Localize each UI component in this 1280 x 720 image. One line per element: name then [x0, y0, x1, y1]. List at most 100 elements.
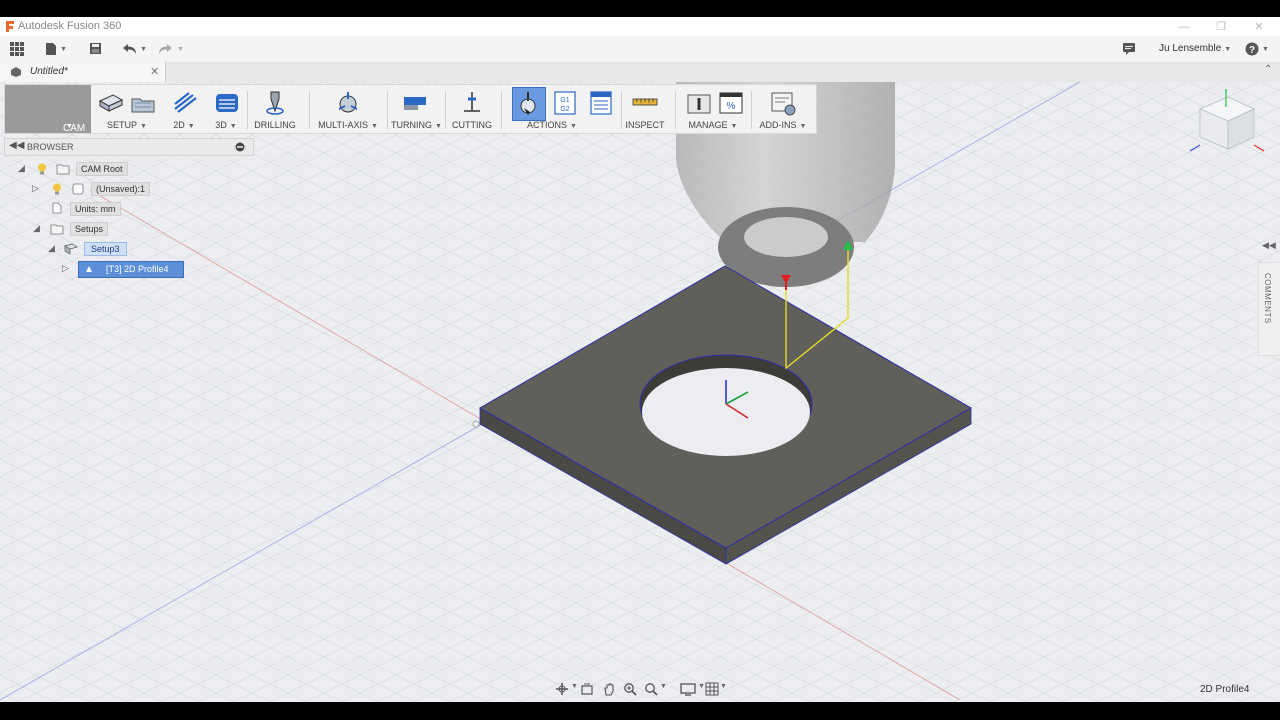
quick-access-toolbar: ▼ ▼ ▼ Ju Lensemble ▼ ? ▼ [0, 36, 1280, 63]
collapse-toolbar-icon[interactable]: ⌃ [1264, 64, 1272, 75]
file-menu-button[interactable]: ▼ [45, 40, 67, 58]
orbit-dropdown-icon[interactable]: ▼ [571, 683, 578, 690]
restore-button[interactable]: ❐ [1208, 19, 1234, 35]
app-grid-icon[interactable] [9, 41, 25, 57]
help-icon: ? [1245, 42, 1259, 56]
units-document-icon [52, 202, 62, 214]
cam-toolbar: CAM ▼ SETUP ▼ 2D ▼ 3D ▼ DRILLING MULTI-AXIS ▼… [4, 84, 817, 134]
workspace-switcher[interactable]: CAM ▼ [5, 85, 91, 134]
tree-node-setup3[interactable]: Setup3 [84, 242, 127, 256]
multi-axis-icon [338, 92, 358, 113]
tree-node-2d-profile[interactable]: [T3] 2D Profile4 [78, 261, 184, 278]
tree-node-setups[interactable]: Setups [70, 222, 109, 236]
close-window-button[interactable]: ✕ [1246, 19, 1272, 35]
add-ins-group-label: ADD-INS ▼ [759, 120, 807, 130]
manage-group[interactable]: % MANAGE ▼ [681, 85, 745, 133]
new-setup-icon [98, 94, 124, 112]
drilling-group[interactable]: DRILLING [253, 85, 297, 133]
turning-group[interactable]: TURNING ▼ [391, 85, 442, 133]
document-tab[interactable]: Untitled* ✕ [0, 62, 166, 82]
manage-group-label: MANAGE ▼ [688, 120, 738, 130]
orbit-icon[interactable] [554, 682, 570, 696]
svg-text:G1: G1 [560, 97, 569, 104]
cutting-group-label: CUTTING [452, 120, 492, 130]
window-title: Autodesk Fusion 360 [18, 20, 122, 32]
zoom-icon[interactable] [623, 682, 637, 696]
tool-ring-inner [744, 217, 828, 257]
cube-x-axis [1253, 144, 1265, 152]
2d-adaptive-icon [174, 92, 197, 113]
task-manager-icon: % [719, 92, 743, 114]
user-name: Ju Lensemble [1159, 43, 1222, 54]
file-icon [46, 43, 56, 55]
cutting-group[interactable]: CUTTING [451, 85, 493, 133]
close-tab-icon[interactable]: ✕ [150, 65, 159, 78]
collapse-browser-icon[interactable]: ◀◀ [9, 140, 24, 151]
2d-group[interactable]: 2D ▼ [169, 85, 199, 133]
browser-header[interactable]: ◀◀ BROWSER [4, 138, 254, 156]
add-ins-group[interactable]: ADD-INS ▼ [757, 85, 809, 133]
undo-icon [123, 44, 136, 54]
turning-group-label: TURNING ▼ [391, 120, 442, 130]
expand-comments-icon[interactable]: ◀◀ [1262, 240, 1276, 251]
document-tab-bar: Untitled* ✕ ⌃ [0, 62, 1280, 82]
design-document-icon [11, 67, 21, 77]
tree-node-unsaved[interactable]: (Unsaved):1 [91, 182, 151, 196]
help-menu-button[interactable]: ? ▼ [1245, 40, 1269, 58]
redo-button[interactable]: ▼ [158, 40, 184, 58]
tree-node-units[interactable]: Units: mm [70, 202, 121, 216]
setups-folder-icon [50, 224, 64, 235]
setup-group-label: SETUP ▼ [107, 120, 147, 130]
multi-axis-group[interactable]: MULTI-AXIS ▼ [315, 85, 381, 133]
operation-label: [T3] 2D Profile4 [106, 264, 169, 274]
multi-axis-group-label: MULTI-AXIS ▼ [318, 120, 378, 130]
post-process-icon: G1G2 [554, 91, 576, 115]
display-dropdown-icon[interactable]: ▼ [698, 683, 705, 690]
title-bar: Autodesk Fusion 360 — ❐ ✕ [0, 17, 1280, 36]
visibility-bulb-icon[interactable] [52, 183, 62, 195]
2d-profile-operation-icon [86, 266, 92, 272]
tree-node-cam-root[interactable]: CAM Root [76, 162, 128, 176]
redo-icon [159, 44, 172, 54]
cam-root-icon [56, 164, 70, 175]
cube-z-axis [1189, 144, 1201, 152]
visibility-bulb-icon[interactable] [37, 163, 47, 175]
setup-folder-icon [131, 98, 155, 113]
view-cube[interactable] [1186, 85, 1270, 169]
comments-panel[interactable]: COMMENTS [1258, 262, 1280, 356]
zoom-dropdown-icon[interactable]: ▼ [660, 683, 667, 690]
document-title: Untitled* [30, 66, 68, 77]
drill-icon [266, 91, 284, 115]
grid-dropdown-icon[interactable]: ▼ [720, 683, 727, 690]
look-at-icon[interactable] [580, 682, 594, 696]
3d-group[interactable]: 3D ▼ [211, 85, 241, 133]
expand-toggle-icon[interactable]: ▷ [62, 263, 69, 274]
grid-settings-icon[interactable] [705, 682, 719, 696]
minimize-button[interactable]: — [1171, 19, 1197, 35]
browser-title: BROWSER [27, 142, 74, 152]
pan-hand-icon[interactable] [602, 682, 616, 696]
save-icon[interactable] [89, 42, 102, 55]
fit-zoom-icon[interactable] [644, 682, 658, 696]
fusion-logo-icon [6, 21, 14, 32]
letterbox-bottom [0, 702, 1280, 720]
setup-group[interactable]: SETUP ▼ [93, 85, 161, 133]
expand-toggle-icon[interactable]: ▷ [32, 183, 39, 194]
display-settings-icon[interactable] [680, 682, 696, 696]
expand-toggle-icon[interactable]: ◢ [48, 243, 55, 254]
navigation-bar: ▼ ▼ ▼ ▼ [552, 680, 728, 698]
expand-toggle-icon[interactable]: ◢ [18, 163, 25, 174]
add-ins-icon [771, 92, 796, 116]
browser-minimize-icon[interactable] [235, 142, 245, 152]
undo-button[interactable]: ▼ [121, 40, 147, 58]
expand-toggle-icon[interactable]: ◢ [33, 223, 40, 234]
inspect-group[interactable]: INSPECT [625, 85, 665, 133]
user-account-menu[interactable]: Ju Lensemble ▼ [1159, 43, 1231, 54]
job-status-icon[interactable] [1122, 42, 1136, 55]
3d-adaptive-icon [216, 94, 238, 112]
actions-group[interactable]: G1 G2 ACTIONS ▼ [509, 85, 615, 133]
browser-tree: ◢ CAM Root ▷ (Unsaved):1 Units: mm ◢ Set… [0, 160, 260, 280]
comments-label: COMMENTS [1263, 273, 1272, 324]
svg-text:?: ? [1249, 45, 1255, 56]
actions-group-label: ACTIONS ▼ [527, 120, 577, 130]
